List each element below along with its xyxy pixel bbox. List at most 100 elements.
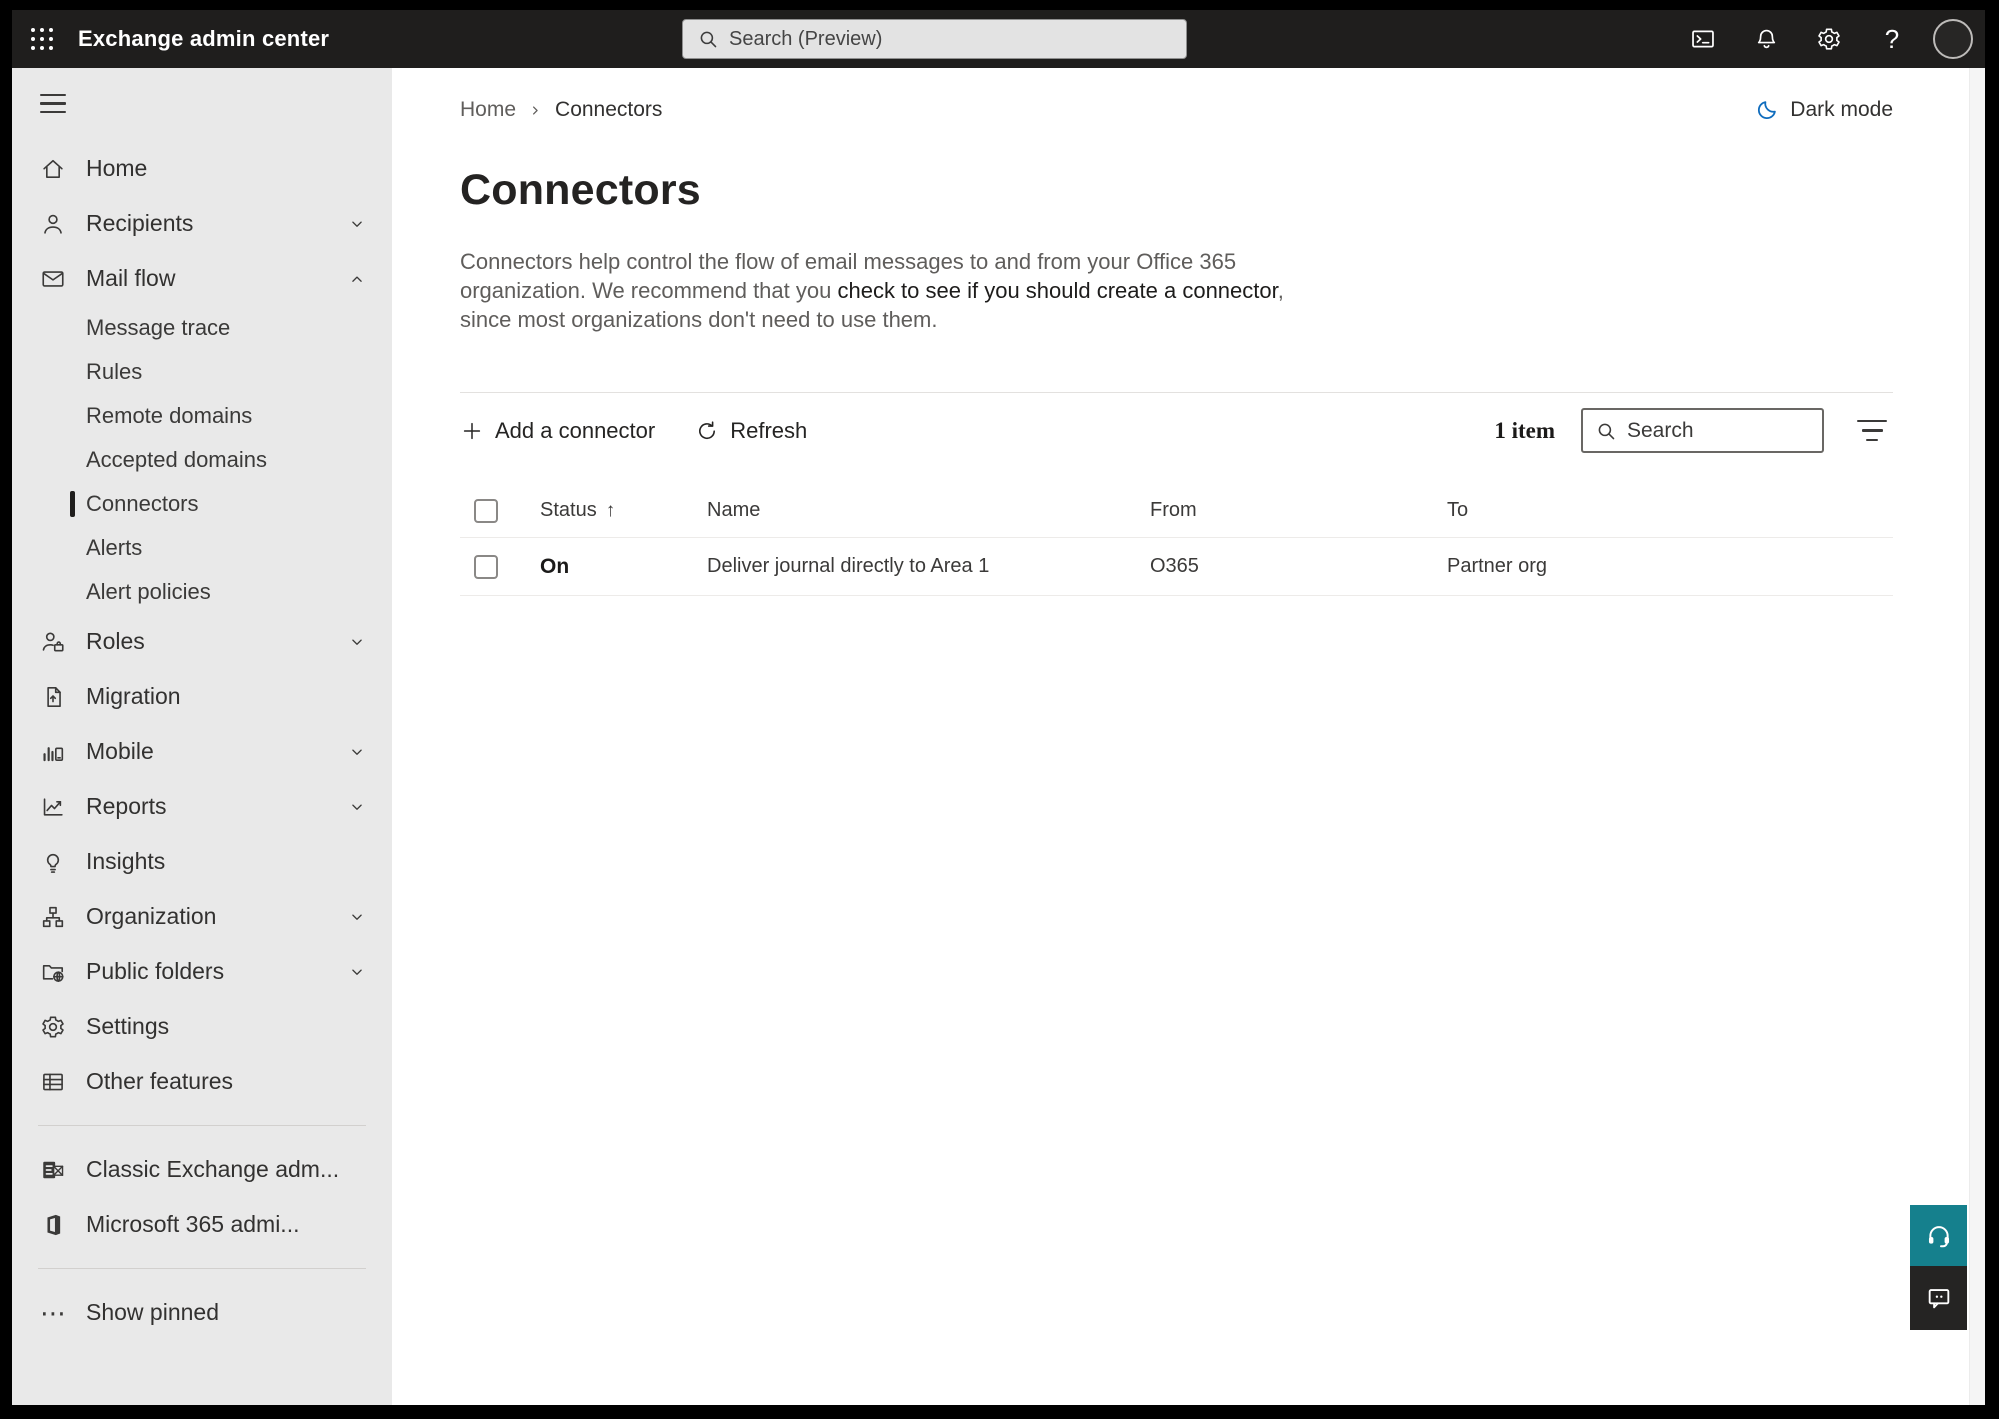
connectors-table: Status ↑ Name From To On Deliver journal… <box>460 484 1893 596</box>
home-icon <box>40 156 66 182</box>
breadcrumb: Home Connectors <box>460 98 662 122</box>
sidebar-item-microsoft-365-admin[interactable]: Microsoft 365 admi... <box>12 1197 392 1252</box>
sidebar-item-migration[interactable]: Migration <box>12 669 392 724</box>
chat-icon <box>1928 1289 1949 1309</box>
sort-ascending-icon: ↑ <box>605 499 616 521</box>
sidebar-item-label: Show pinned <box>86 1299 219 1326</box>
chevron-down-icon <box>348 215 366 233</box>
sidebar-item-home[interactable]: Home <box>12 141 392 196</box>
list-search-input[interactable] <box>1627 418 1810 443</box>
chevron-down-icon <box>348 633 366 651</box>
dark-mode-toggle[interactable]: Dark mode <box>1755 98 1893 122</box>
line-chart-icon <box>40 794 66 820</box>
sidebar-item-rules[interactable]: Rules <box>12 350 392 394</box>
column-header-status[interactable]: Status <box>540 499 597 522</box>
sidebar-item-classic-exchange-admin[interactable]: Classic Exchange adm... <box>12 1142 392 1197</box>
sidebar-item-mail-flow[interactable]: Mail flow <box>12 251 392 306</box>
filter-button[interactable] <box>1851 414 1893 447</box>
sidebar-item-organization[interactable]: Organization <box>12 889 392 944</box>
global-search-input[interactable] <box>729 27 1172 51</box>
sidebar-item-settings[interactable]: Settings <box>12 999 392 1054</box>
add-connector-button[interactable]: Add a connector <box>460 418 655 444</box>
powershell-button[interactable] <box>1681 17 1725 61</box>
folder-globe-icon <box>40 959 66 985</box>
gear-icon <box>1818 28 1840 50</box>
topbar-actions: ? <box>1681 17 1985 61</box>
row-checkbox[interactable] <box>474 554 498 579</box>
support-button[interactable] <box>1910 1205 1967 1266</box>
sidebar-item-label: Settings <box>86 1013 170 1040</box>
column-header-to[interactable]: To <box>1447 499 1893 522</box>
sidebar-item-other-features[interactable]: Other features <box>12 1054 392 1109</box>
table-row[interactable]: On Deliver journal directly to Area 1 O3… <box>460 538 1893 596</box>
account-avatar[interactable] <box>1933 19 1973 59</box>
mail-icon <box>40 266 66 292</box>
headset-icon <box>1928 1225 1949 1247</box>
dark-mode-label: Dark mode <box>1790 98 1893 121</box>
plus-icon <box>463 422 481 439</box>
org-chart-icon <box>40 904 66 930</box>
app-launcher-button[interactable] <box>18 10 66 68</box>
sidebar-item-reports[interactable]: Reports <box>12 779 392 834</box>
row-status: On <box>540 554 570 578</box>
settings-button[interactable] <box>1807 17 1851 61</box>
refresh-icon <box>699 420 716 439</box>
chevron-down-icon <box>348 798 366 816</box>
table-icon <box>40 1069 66 1095</box>
sidebar-divider <box>38 1268 366 1270</box>
sidebar-item-label: Public folders <box>86 958 225 985</box>
search-icon <box>700 31 717 48</box>
sidebar-item-connectors[interactable]: Connectors <box>12 482 392 526</box>
sidebar-item-recipients[interactable]: Recipients <box>12 196 392 251</box>
column-header-from[interactable]: From <box>1150 499 1447 522</box>
sidebar-item-mobile[interactable]: Mobile <box>12 724 392 779</box>
global-search-box[interactable] <box>682 19 1187 59</box>
main-content: Home Connectors Dark mode Connectors Con… <box>392 68 1985 1405</box>
search-icon <box>1598 423 1615 439</box>
sidebar-item-label: Recipients <box>86 210 194 237</box>
vertical-scrollbar[interactable] <box>1969 68 1985 1405</box>
feedback-button[interactable] <box>1910 1266 1967 1330</box>
sidebar-item-alert-policies[interactable]: Alert policies <box>12 570 392 614</box>
sidebar-item-roles[interactable]: Roles <box>12 614 392 669</box>
sidebar-item-label: Home <box>86 155 148 182</box>
microsoft-365-logo-icon <box>40 1212 66 1238</box>
document-arrow-icon <box>40 684 66 710</box>
sidebar-item-label: Migration <box>86 683 181 710</box>
sidebar-item-remote-domains[interactable]: Remote domains <box>12 394 392 438</box>
sidebar-item-label: Reports <box>86 793 167 820</box>
show-pinned-button[interactable]: ⋯ Show pinned <box>12 1285 392 1340</box>
sidebar-nav: Home Recipients Mail flow Message trace … <box>12 68 392 1405</box>
create-connector-link[interactable]: check to see if you should create a conn… <box>837 278 1277 303</box>
sidebar-item-message-trace[interactable]: Message trace <box>12 306 392 350</box>
sidebar-item-label: Mail flow <box>86 265 176 292</box>
help-button[interactable]: ? <box>1870 17 1914 61</box>
list-search-box[interactable] <box>1581 408 1824 453</box>
sidebar-item-label: Mobile <box>86 738 154 765</box>
select-all-checkbox[interactable] <box>474 498 498 523</box>
page-title: Connectors <box>460 166 701 214</box>
table-header-row: Status ↑ Name From To <box>460 484 1893 538</box>
filter-icon <box>1857 419 1887 423</box>
row-name[interactable]: Deliver journal directly to Area 1 <box>707 555 1150 578</box>
floating-buttons <box>1910 1205 1967 1330</box>
breadcrumb-home-link[interactable]: Home <box>460 98 516 122</box>
list-toolbar: Add a connector Refresh 1 item <box>460 392 1893 468</box>
sidebar-item-label: Organization <box>86 903 217 930</box>
notifications-button[interactable] <box>1744 17 1788 61</box>
nav-collapse-button[interactable] <box>40 94 66 114</box>
gear-icon <box>40 1014 66 1040</box>
sidebar-item-accepted-domains[interactable]: Accepted domains <box>12 438 392 482</box>
chevron-down-icon <box>348 743 366 761</box>
help-icon: ? <box>1884 23 1900 54</box>
terminal-icon <box>1692 30 1714 48</box>
chevron-up-icon <box>348 270 366 288</box>
sidebar-item-label: Classic Exchange adm... <box>86 1156 340 1183</box>
column-header-name[interactable]: Name <box>707 499 1150 522</box>
sidebar-item-alerts[interactable]: Alerts <box>12 526 392 570</box>
refresh-button[interactable]: Refresh <box>695 418 807 444</box>
topbar: Exchange admin center ? <box>12 10 1985 68</box>
sidebar-item-insights[interactable]: Insights <box>12 834 392 889</box>
chevron-down-icon <box>348 908 366 926</box>
sidebar-item-public-folders[interactable]: Public folders <box>12 944 392 999</box>
